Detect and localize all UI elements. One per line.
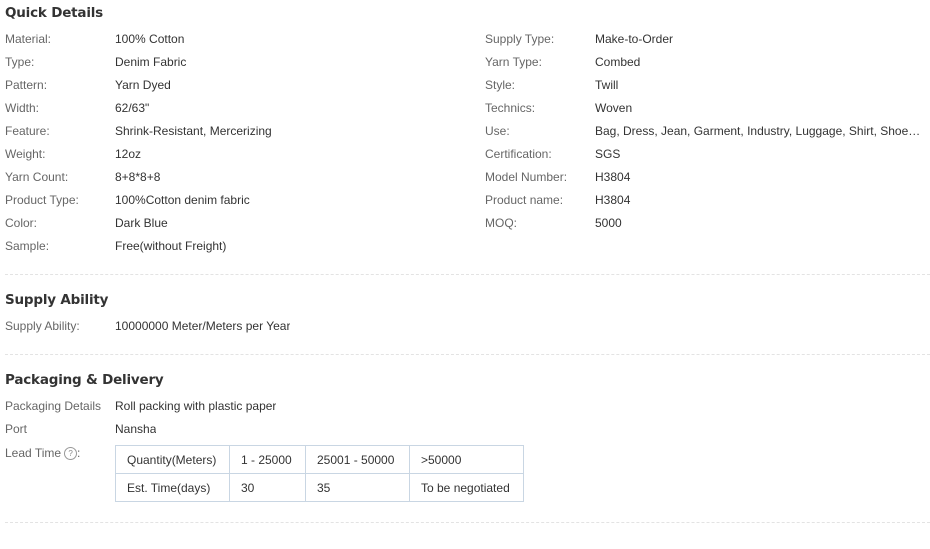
detail-label: Pattern: xyxy=(5,78,48,92)
detail-label: Yarn Count: xyxy=(5,170,69,184)
table-cell: Est. Time(days) xyxy=(115,473,230,502)
detail-row: Pattern: Yarn Dyed xyxy=(5,77,475,93)
lead-time-label-wrap: Lead Time?: xyxy=(5,445,80,461)
detail-label: Certification: xyxy=(485,147,552,161)
detail-row: Sample: Free(without Freight) xyxy=(5,238,475,254)
detail-row: Product name: H3804 xyxy=(485,192,925,208)
detail-row: Width: 62/63" xyxy=(5,100,475,116)
table-cell: 30 xyxy=(229,473,306,502)
detail-value: Make-to-Order xyxy=(595,32,674,46)
section-divider xyxy=(5,354,930,355)
detail-value: Dark Blue xyxy=(115,216,168,230)
supply-ability-row: Supply Ability: 10000000 Meter/Meters pe… xyxy=(5,318,475,334)
packaging-delivery-title: Packaging & Delivery xyxy=(5,372,164,388)
detail-value: H3804 xyxy=(595,193,631,207)
packaging-details-row: Packaging Details Roll packing with plas… xyxy=(5,398,475,414)
table-cell: 35 xyxy=(305,473,410,502)
packaging-details-label: Packaging Details xyxy=(5,399,102,413)
detail-row: Material: 100% Cotton xyxy=(5,31,475,47)
table-row: Est. Time(days) 30 35 To be negotiated xyxy=(115,473,524,502)
detail-label: Type: xyxy=(5,55,35,69)
table-cell: To be negotiated xyxy=(409,473,524,502)
supply-ability-label: Supply Ability: xyxy=(5,319,80,333)
detail-label: Color: xyxy=(5,216,38,230)
detail-row: Certification: SGS xyxy=(485,146,925,162)
detail-row: Use: Bag, Dress, Jean, Garment, Industry… xyxy=(485,123,925,139)
detail-label: Weight: xyxy=(5,147,46,161)
port-value: Nansha xyxy=(115,422,157,436)
lead-time-table: Quantity(Meters) 1 - 25000 25001 - 50000… xyxy=(115,445,524,502)
detail-value: Woven xyxy=(595,101,633,115)
supply-ability-value: 10000000 Meter/Meters per Year xyxy=(115,319,291,333)
detail-row: Color: Dark Blue xyxy=(5,215,475,231)
table-cell: Quantity(Meters) xyxy=(115,445,230,474)
detail-value: 8+8*8+8 xyxy=(115,170,161,184)
lead-time-row: Lead Time?: xyxy=(5,445,110,461)
lead-time-colon: : xyxy=(77,446,81,460)
supply-ability-title: Supply Ability xyxy=(5,292,109,308)
detail-value: 12oz xyxy=(115,147,142,161)
detail-label: Feature: xyxy=(5,124,50,138)
detail-label: MOQ: xyxy=(485,216,517,230)
packaging-details-value: Roll packing with plastic paper xyxy=(115,399,277,413)
detail-row: Product Type: 100%Cotton denim fabric xyxy=(5,192,475,208)
detail-label: Yarn Type: xyxy=(485,55,542,69)
section-divider xyxy=(5,522,930,523)
detail-label: Product Type: xyxy=(5,193,79,207)
detail-value: 100% Cotton xyxy=(115,32,185,46)
port-row: Port Nansha xyxy=(5,421,475,437)
detail-value: Combed xyxy=(595,55,641,69)
detail-value: 100%Cotton denim fabric xyxy=(115,193,250,207)
detail-label: Model Number: xyxy=(485,170,568,184)
detail-label: Style: xyxy=(485,78,516,92)
detail-value: Denim Fabric xyxy=(115,55,187,69)
detail-row: Weight: 12oz xyxy=(5,146,475,162)
detail-row: Yarn Type: Combed xyxy=(485,54,925,70)
detail-value: Free(without Freight) xyxy=(115,239,227,253)
detail-row: Technics: Woven xyxy=(485,100,925,116)
detail-row: Model Number: H3804 xyxy=(485,169,925,185)
detail-label: Sample: xyxy=(5,239,50,253)
detail-value: H3804 xyxy=(595,170,631,184)
detail-row: Style: Twill xyxy=(485,77,925,93)
detail-row: Type: Denim Fabric xyxy=(5,54,475,70)
detail-label: Use: xyxy=(485,124,510,138)
help-icon[interactable]: ? xyxy=(64,447,78,460)
port-label: Port xyxy=(5,422,28,436)
detail-value: Shrink-Resistant, Mercerizing xyxy=(115,124,272,138)
quick-details-title: Quick Details xyxy=(5,5,104,21)
detail-row: Supply Type: Make-to-Order xyxy=(485,31,925,47)
table-cell: 1 - 25000 xyxy=(229,445,306,474)
detail-value: Yarn Dyed xyxy=(115,78,171,92)
detail-row: MOQ: 5000 xyxy=(485,215,925,231)
detail-label: Product name: xyxy=(485,193,564,207)
table-row: Quantity(Meters) 1 - 25000 25001 - 50000… xyxy=(115,445,524,474)
detail-value: 5000 xyxy=(595,216,622,230)
lead-time-label: Lead Time xyxy=(5,446,62,460)
detail-value: Bag, Dress, Jean, Garment, Industry, Lug… xyxy=(595,124,925,138)
detail-value: SGS xyxy=(595,147,621,161)
detail-value: 62/63" xyxy=(115,101,150,115)
detail-row: Feature: Shrink-Resistant, Mercerizing xyxy=(5,123,475,139)
table-cell: 25001 - 50000 xyxy=(305,445,410,474)
detail-label: Width: xyxy=(5,101,40,115)
detail-value: Twill xyxy=(595,78,619,92)
detail-label: Material: xyxy=(5,32,52,46)
detail-label: Technics: xyxy=(485,101,536,115)
detail-label: Supply Type: xyxy=(485,32,555,46)
section-divider xyxy=(5,274,930,275)
table-cell: >50000 xyxy=(409,445,524,474)
detail-row: Yarn Count: 8+8*8+8 xyxy=(5,169,475,185)
